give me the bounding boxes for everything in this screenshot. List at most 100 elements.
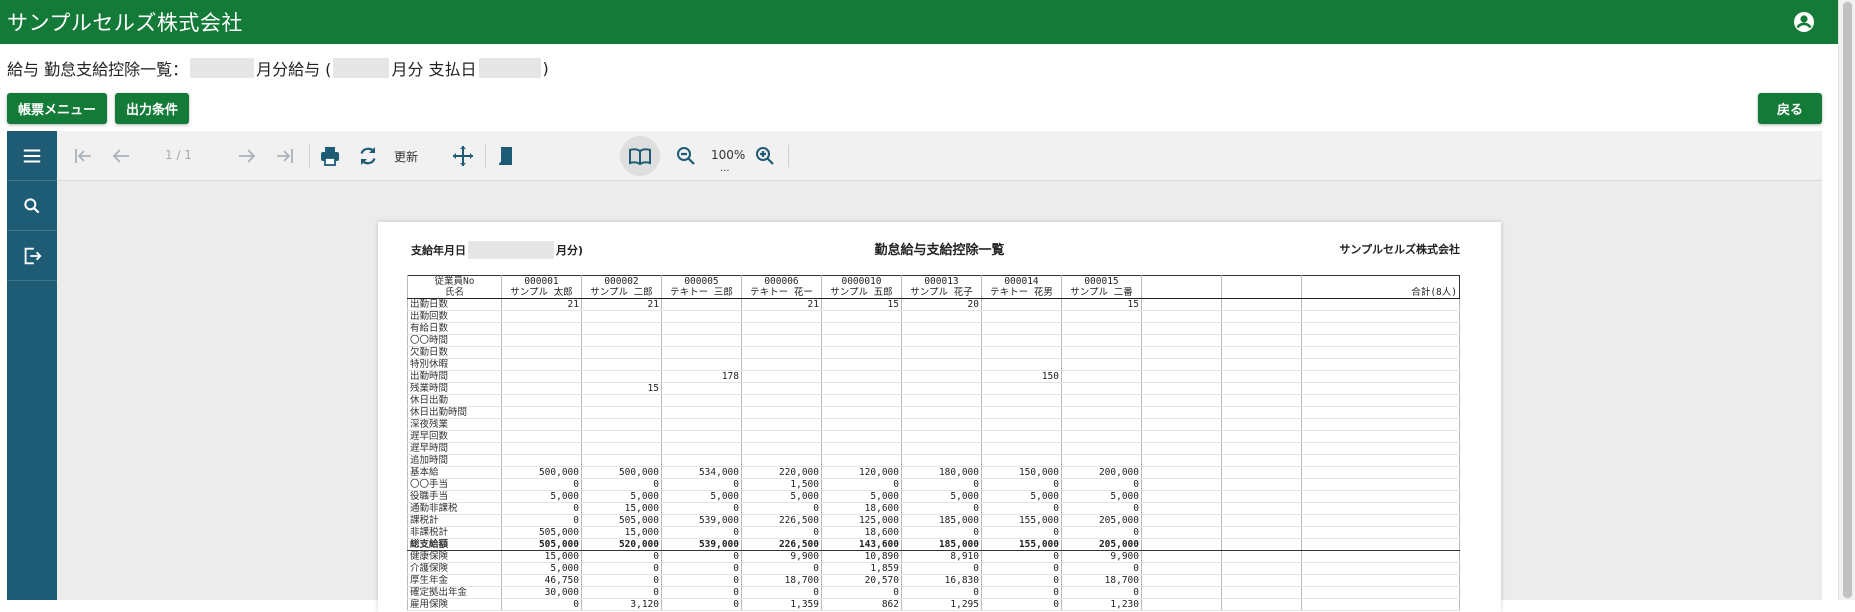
table-cell — [901, 394, 982, 408]
table-cell: 15 — [1061, 298, 1142, 312]
table-header-row: 従業員No 000001 000002 000005 000006 0000010 0000… — [407, 275, 1460, 288]
table-cell — [1221, 586, 1302, 600]
report-menu-button[interactable]: 帳票メニュー — [7, 93, 107, 124]
table-cell — [501, 430, 582, 444]
app-bar: サンプルセルズ株式会社 — [0, 0, 1838, 44]
table-cell — [1061, 418, 1142, 432]
table-cell — [1141, 514, 1222, 528]
table-cell: 15,000 — [581, 502, 662, 516]
table-cell — [1221, 322, 1302, 336]
table-cell — [741, 346, 822, 360]
table-cell: 0 — [501, 478, 582, 492]
table-cell — [1141, 310, 1222, 324]
table-cell: 10,890 — [821, 550, 902, 564]
zoom-in-icon[interactable] — [749, 140, 781, 172]
table-row: 出勤回数0 — [407, 310, 1460, 324]
table-cell: 0 — [501, 514, 582, 528]
table-cell — [1221, 490, 1302, 504]
payroll-table: 従業員No 000001 000002 000005 000006 0000010 0000… — [407, 275, 1460, 612]
header-cell: 000014 — [981, 275, 1062, 288]
subtitle-month-pay: 月分給与 ( — [256, 60, 332, 79]
table-cell — [1141, 550, 1222, 564]
table-cell — [581, 454, 662, 468]
viewer-toolbar: 1 / 1 更新 100% ... — [57, 131, 1822, 181]
table-cell: 180,000 — [901, 466, 982, 480]
table-cell: 0 — [661, 502, 742, 516]
table-cell — [1221, 538, 1302, 552]
prev-page-icon[interactable] — [105, 140, 137, 172]
table-cell: 30,000 — [501, 586, 582, 600]
export-icon[interactable] — [7, 231, 57, 281]
table-cell — [821, 442, 902, 456]
report-page: 支給年月日 月分) 勤怠給与支給控除一覧 サンプルセルズ株式会社 従業員No 00… — [378, 222, 1501, 612]
table-cell — [581, 346, 662, 360]
table-cell — [1141, 502, 1222, 516]
header-cell — [1141, 275, 1222, 288]
table-cell — [1141, 466, 1222, 480]
table-cell — [1221, 358, 1302, 372]
vertical-scrollbar[interactable] — [1838, 0, 1855, 600]
first-page-icon[interactable] — [67, 140, 99, 172]
zoom-level[interactable]: 100% — [711, 148, 745, 162]
refresh-label[interactable]: 更新 — [394, 148, 418, 165]
header-cell: 000001 — [501, 275, 582, 288]
table-cell: 534,000 — [661, 466, 742, 480]
zoom-out-icon[interactable] — [670, 140, 702, 172]
table-row: 休日出勤時間0 — [407, 406, 1460, 420]
table-cell: 0 — [581, 562, 662, 576]
table-cell — [1301, 538, 1460, 552]
header-cell: サンプル 太郎 — [501, 287, 582, 300]
table-cell: 0 — [981, 526, 1062, 540]
move-icon[interactable] — [447, 140, 479, 172]
account-icon[interactable] — [1792, 10, 1816, 34]
table-cell: 0 — [821, 478, 902, 492]
table-row: 欠勤日数0 — [407, 346, 1460, 360]
table-cell — [1301, 586, 1460, 600]
last-page-icon[interactable] — [269, 140, 301, 172]
table-cell: 0 — [661, 478, 742, 492]
book-icon[interactable] — [624, 140, 656, 172]
header-cell: サンプル 花子 — [901, 287, 982, 300]
table-cell — [981, 334, 1062, 348]
table-cell — [1301, 418, 1460, 432]
table-cell — [1221, 430, 1302, 444]
table-cell: 0 — [741, 526, 822, 540]
table-cell: 500,000 — [581, 466, 662, 480]
table-cell — [1301, 310, 1460, 324]
table-cell — [901, 358, 982, 372]
table-cell — [661, 322, 742, 336]
single-page-icon[interactable] — [490, 140, 522, 172]
header-cell: テキトー 花ー — [741, 287, 822, 300]
table-row: 介護保険5,0000001,8590006,859 — [407, 562, 1460, 576]
table-cell: 155,000 — [981, 514, 1062, 528]
masked-value — [333, 58, 390, 78]
table-cell — [1141, 430, 1222, 444]
search-icon[interactable] — [7, 181, 57, 231]
table-cell — [661, 394, 742, 408]
header-cell: 000002 — [581, 275, 662, 288]
viewer-sidebar — [7, 131, 57, 600]
table-cell: 220,000 — [741, 466, 822, 480]
table-cell: 21 — [581, 298, 662, 312]
table-cell: 143,600 — [821, 538, 902, 552]
back-button[interactable]: 戻る — [1758, 93, 1822, 124]
refresh-icon[interactable] — [352, 140, 384, 172]
table-cell — [741, 334, 822, 348]
row-label: 出勤時間 — [407, 370, 502, 384]
table-row: 〇〇手当0001,50000001,500 — [407, 478, 1460, 492]
table-cell — [1061, 430, 1142, 444]
table-cell — [1221, 598, 1302, 612]
table-cell — [981, 358, 1062, 372]
table-cell: 0 — [1061, 478, 1142, 492]
next-page-icon[interactable] — [231, 140, 263, 172]
table-cell — [581, 334, 662, 348]
print-icon[interactable] — [314, 140, 346, 172]
row-label: 役職手当 — [407, 490, 502, 504]
table-cell — [981, 310, 1062, 324]
output-conditions-button[interactable]: 出力条件 — [115, 93, 189, 124]
menu-icon[interactable] — [7, 131, 57, 181]
table-cell — [1301, 322, 1460, 336]
table-row: 役職手当 5,000 5,000 5,000 5,000 5,000 5,000 5,000 5… — [407, 490, 1460, 504]
zoom-more[interactable]: ... — [720, 163, 730, 174]
header-cell: 000015 — [1061, 275, 1142, 288]
